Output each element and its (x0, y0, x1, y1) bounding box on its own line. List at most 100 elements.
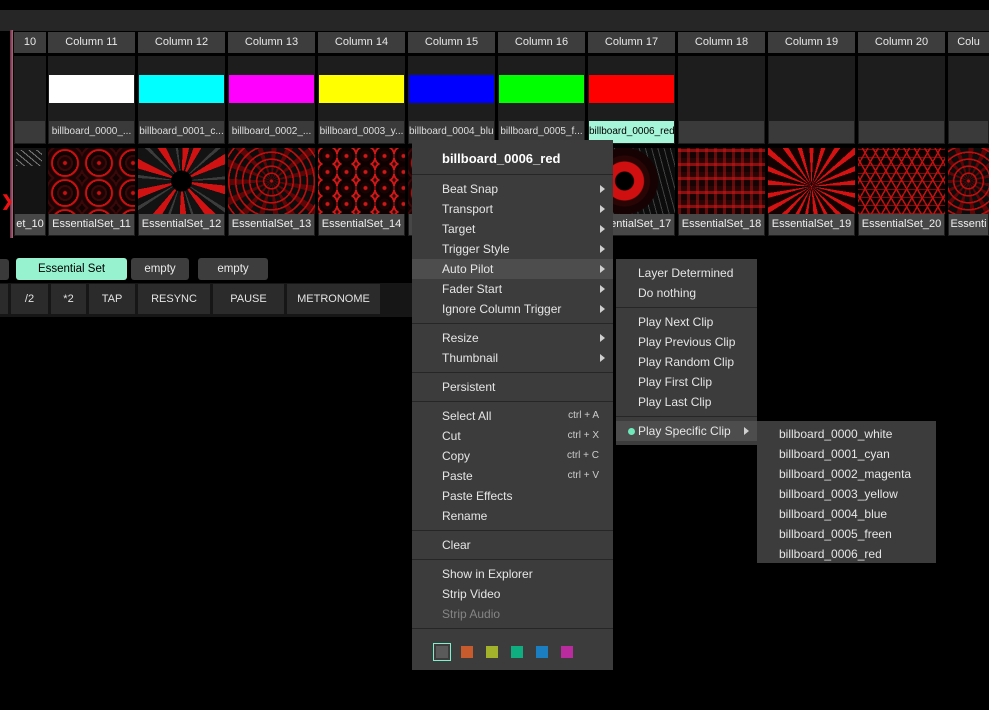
color-swatch-3[interactable] (511, 646, 523, 658)
transport-button-resync[interactable]: RESYNC (138, 284, 210, 314)
column-header-10[interactable]: 10 (14, 32, 46, 53)
deck-tab-empty-1[interactable]: empty (131, 258, 189, 280)
menu-item-play-random-clip[interactable]: Play Random Clip (616, 352, 757, 372)
clip-color-thumbnail[interactable] (409, 75, 494, 103)
clip-color-thumbnail[interactable] (229, 75, 314, 103)
clip-label[interactable] (769, 121, 854, 143)
essentialset-cell[interactable]: EssentialSet_14 (318, 148, 405, 236)
clip-cell[interactable]: billboard_0004_blue (408, 56, 495, 144)
column-header-column-13[interactable]: Column 13 (228, 32, 315, 53)
essentialset-cell[interactable]: EssentialSet_18 (678, 148, 765, 236)
column-header-column-18[interactable]: Column 18 (678, 32, 765, 53)
transport-button-tap[interactable]: TAP (89, 284, 135, 314)
menu-item-paste-effects[interactable]: Paste Effects (412, 486, 613, 506)
menu-item-beat-snap[interactable]: Beat Snap (412, 179, 613, 199)
deck-tab-essential-set-0[interactable]: Essential Set (16, 258, 127, 280)
menu-item-copy[interactable]: Copyctrl + C (412, 446, 613, 466)
column-header-colu[interactable]: Colu (948, 32, 989, 53)
clip-thumbnail[interactable] (138, 148, 225, 214)
clip-cell[interactable]: billboard_0000_... (48, 56, 135, 144)
menu-item-rename[interactable]: Rename (412, 506, 613, 526)
menu-item-persistent[interactable]: Persistent (412, 377, 613, 397)
clip-label[interactable]: EssentialSet_14 (319, 214, 404, 235)
menu-item-play-last-clip[interactable]: Play Last Clip (616, 392, 757, 412)
clip-label[interactable]: EssentialSet_12 (139, 214, 224, 235)
transport-button-pause[interactable]: PAUSE (213, 284, 284, 314)
transport-button-2[interactable]: *2 (51, 284, 86, 314)
clip-cell[interactable] (768, 56, 855, 144)
column-header-column-17[interactable]: Column 17 (588, 32, 675, 53)
essentialset-cell[interactable]: et_10 (14, 148, 46, 236)
color-swatch-1[interactable] (461, 646, 473, 658)
clip-cell[interactable]: billboard_0001_c... (138, 56, 225, 144)
menu-item-paste[interactable]: Pastectrl + V (412, 466, 613, 486)
column-header-column-11[interactable]: Column 11 (48, 32, 135, 53)
clip-label[interactable]: billboard_0000_... (49, 121, 134, 143)
clip-label[interactable]: EssentialSet_11 (49, 214, 134, 235)
menu-item-play-next-clip[interactable]: Play Next Clip (616, 312, 757, 332)
clip-cell[interactable] (678, 56, 765, 144)
menu-item-play-specific-clip[interactable]: Play Specific Clip (616, 421, 757, 441)
clip-label[interactable]: billboard_0001_c... (139, 121, 224, 143)
column-header-column-14[interactable]: Column 14 (318, 32, 405, 53)
clip-label[interactable]: EssentialSet_19 (769, 214, 854, 235)
clip-label[interactable]: EssentialSet_20 (859, 214, 944, 235)
transport-button-2[interactable]: /2 (11, 284, 48, 314)
clip-thumbnail[interactable] (318, 148, 405, 214)
menu-item-play-first-clip[interactable]: Play First Clip (616, 372, 757, 392)
essentialset-cell[interactable]: Essenti (948, 148, 989, 236)
menu-item-target[interactable]: Target (412, 219, 613, 239)
clip-label[interactable]: EssentialSet_18 (679, 214, 764, 235)
menu-item-transport[interactable]: Transport (412, 199, 613, 219)
clip-color-thumbnail[interactable] (499, 75, 584, 103)
menu-item-play-previous-clip[interactable]: Play Previous Clip (616, 332, 757, 352)
clip-label[interactable]: Essenti (949, 214, 988, 235)
menu-item-ignore-column-trigger[interactable]: Ignore Column Trigger (412, 299, 613, 319)
menu-item-do-nothing[interactable]: Do nothing (616, 283, 757, 303)
color-swatch-5[interactable] (561, 646, 573, 658)
clip-cell[interactable]: billboard_0002_... (228, 56, 315, 144)
clip-thumbnail[interactable] (768, 148, 855, 214)
menu-item-resize[interactable]: Resize (412, 328, 613, 348)
clip-cell[interactable]: billboard_0003_y... (318, 56, 405, 144)
clip-color-thumbnail[interactable] (49, 75, 134, 103)
menu-item-billboard-0000-white[interactable]: billboard_0000_white (757, 424, 936, 444)
menu-item-billboard-0004-blue[interactable]: billboard_0004_blue (757, 504, 936, 524)
clip-thumbnail[interactable] (948, 148, 989, 214)
menu-item-cut[interactable]: Cutctrl + X (412, 426, 613, 446)
clip-label[interactable]: EssentialSet_13 (229, 214, 314, 235)
menu-item-strip-video[interactable]: Strip Video (412, 584, 613, 604)
clip-thumbnail[interactable] (858, 148, 945, 214)
clip-thumbnail[interactable] (678, 148, 765, 214)
menu-item-auto-pilot[interactable]: Auto Pilot (412, 259, 613, 279)
color-swatch-2[interactable] (486, 646, 498, 658)
clip-color-thumbnail[interactable] (319, 75, 404, 103)
column-header-column-15[interactable]: Column 15 (408, 32, 495, 53)
clip-label[interactable] (15, 121, 45, 143)
color-swatch-4[interactable] (536, 646, 548, 658)
menu-item-billboard-0001-cyan[interactable]: billboard_0001_cyan (757, 444, 936, 464)
menu-item-show-in-explorer[interactable]: Show in Explorer (412, 564, 613, 584)
menu-item-select-all[interactable]: Select Allctrl + A (412, 406, 613, 426)
clip-label[interactable] (679, 121, 764, 143)
clip-color-thumbnail[interactable] (139, 75, 224, 103)
menu-item-layer-determined[interactable]: Layer Determined (616, 263, 757, 283)
clip-label[interactable]: billboard_0002_... (229, 121, 314, 143)
essentialset-cell[interactable]: EssentialSet_19 (768, 148, 855, 236)
essentialset-cell[interactable]: EssentialSet_12 (138, 148, 225, 236)
column-header-column-20[interactable]: Column 20 (858, 32, 945, 53)
clip-cell[interactable] (14, 56, 46, 144)
menu-item-trigger-style[interactable]: Trigger Style (412, 239, 613, 259)
clip-thumbnail[interactable] (14, 148, 46, 214)
clip-cell[interactable] (858, 56, 945, 144)
clip-cell[interactable]: billboard_0005_f... (498, 56, 585, 144)
deck-tab-fragment[interactable] (0, 259, 9, 280)
clip-cell[interactable]: billboard_0006_red (588, 56, 675, 144)
clip-thumbnail[interactable] (228, 148, 315, 214)
column-header-column-16[interactable]: Column 16 (498, 32, 585, 53)
clip-thumbnail[interactable] (48, 148, 135, 214)
clip-label[interactable] (949, 121, 988, 143)
clip-color-thumbnail[interactable] (589, 75, 674, 103)
clip-cell[interactable] (948, 56, 989, 144)
essentialset-cell[interactable]: EssentialSet_11 (48, 148, 135, 236)
